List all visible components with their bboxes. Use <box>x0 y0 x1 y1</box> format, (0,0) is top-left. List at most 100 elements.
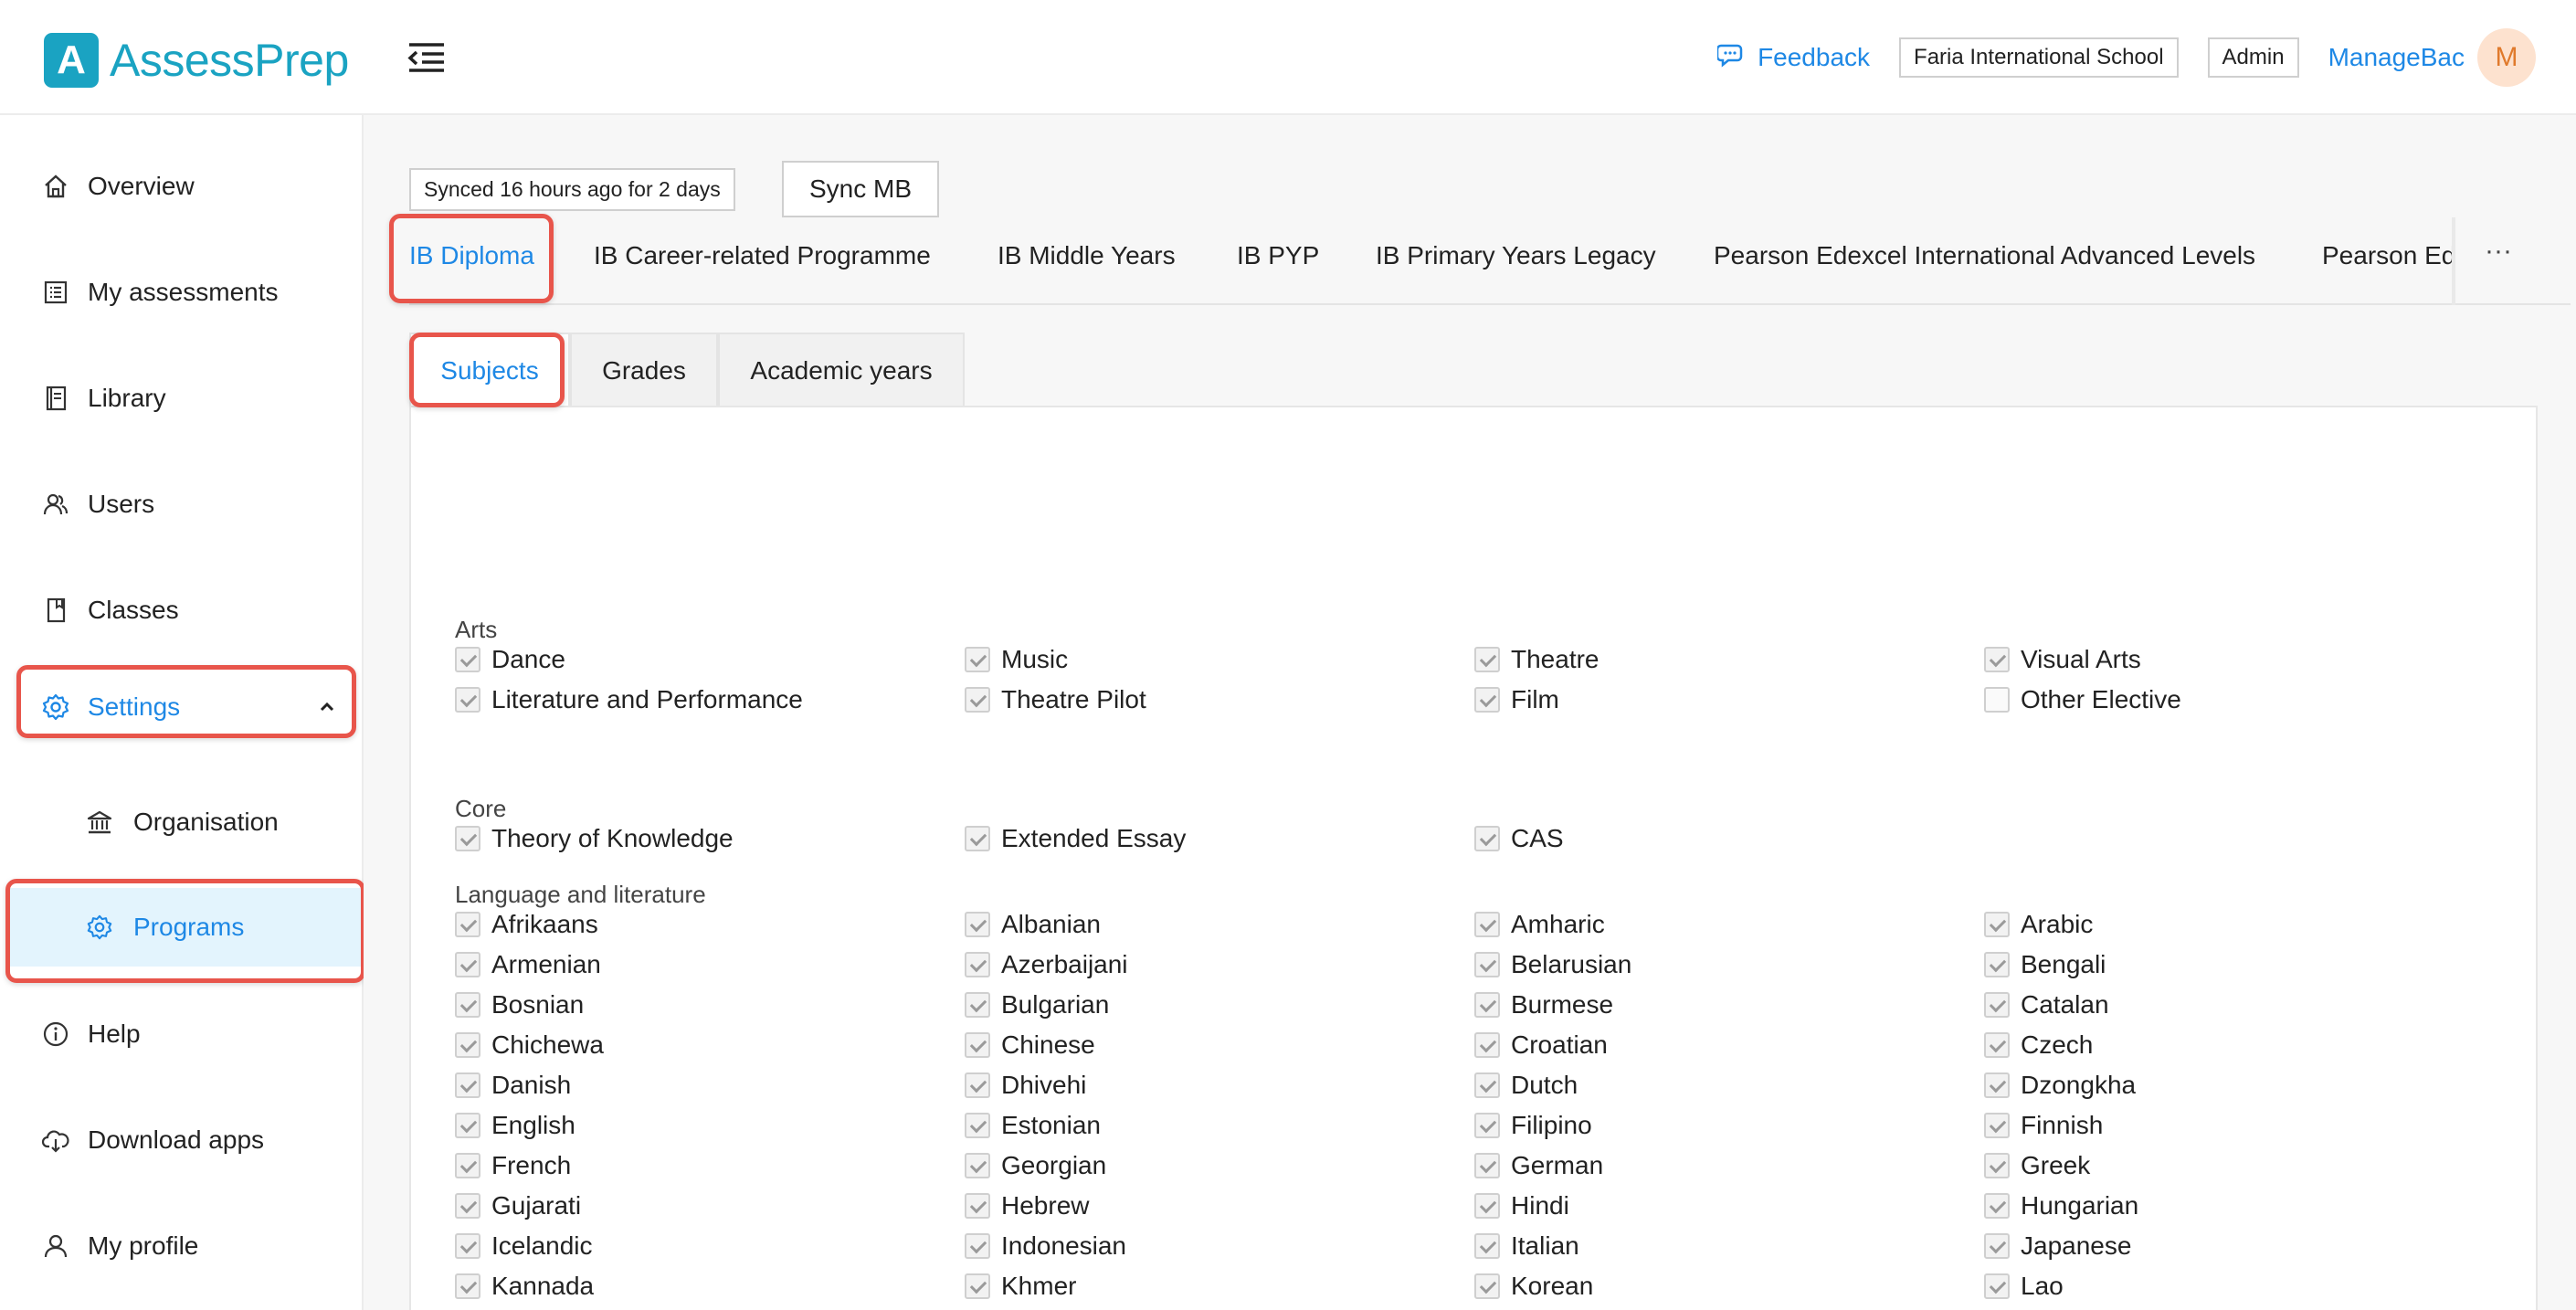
subject-option[interactable]: Amharic <box>1474 904 1984 945</box>
subject-checkbox[interactable] <box>965 992 990 1018</box>
tab-grades[interactable]: Grades <box>570 333 718 407</box>
subject-option[interactable]: Music <box>965 639 1474 680</box>
sidebar-item-settings[interactable]: Settings <box>0 674 364 740</box>
subject-checkbox[interactable] <box>965 826 990 851</box>
subject-checkbox[interactable] <box>455 952 480 977</box>
collapse-menu-icon[interactable] <box>407 42 446 73</box>
subject-option[interactable]: Azerbaijani <box>965 945 1474 985</box>
subject-option[interactable]: Filipino <box>1474 1105 1984 1146</box>
subject-checkbox[interactable] <box>455 1032 480 1058</box>
subject-checkbox[interactable] <box>455 912 480 937</box>
subject-checkbox[interactable] <box>1984 912 2010 937</box>
subject-checkbox[interactable] <box>1984 1193 2010 1219</box>
tab-ib-middle-years[interactable]: IB Middle Years <box>998 241 1176 270</box>
subject-option[interactable]: Dutch <box>1474 1065 1984 1105</box>
subject-checkbox[interactable] <box>1474 687 1500 713</box>
subject-option[interactable]: Afrikaans <box>455 904 965 945</box>
subject-option[interactable]: Visual Arts <box>1984 639 2494 680</box>
subject-checkbox[interactable] <box>965 1193 990 1219</box>
subject-option[interactable]: Film <box>1474 680 1984 720</box>
subject-checkbox[interactable] <box>1984 992 2010 1018</box>
subject-option[interactable]: Croatian <box>1474 1025 1984 1065</box>
subject-checkbox[interactable] <box>455 1072 480 1098</box>
subject-checkbox[interactable] <box>1474 1193 1500 1219</box>
subject-option[interactable]: Greek <box>1984 1146 2494 1186</box>
sidebar-item-my-profile[interactable]: My profile <box>0 1213 364 1279</box>
subject-option[interactable]: Dance <box>455 639 965 680</box>
subject-checkbox[interactable] <box>455 1113 480 1138</box>
subject-option[interactable]: Bengali <box>1984 945 2494 985</box>
chevron-up-icon[interactable] <box>314 694 340 720</box>
feedback-link[interactable]: Feedback <box>1716 42 1870 74</box>
subject-option[interactable]: Finnish <box>1984 1105 2494 1146</box>
tab-ib-pyp[interactable]: IB PYP <box>1237 241 1319 270</box>
subject-checkbox[interactable] <box>1474 1072 1500 1098</box>
avatar[interactable]: M <box>2477 28 2536 87</box>
subject-option[interactable]: Other Elective <box>1984 680 2494 720</box>
subject-option[interactable]: Czech <box>1984 1025 2494 1065</box>
subject-checkbox[interactable] <box>1984 1072 2010 1098</box>
sidebar-item-download-apps[interactable]: Download apps <box>0 1107 364 1173</box>
tab-ib-primary-years-legacy[interactable]: IB Primary Years Legacy <box>1376 241 1656 270</box>
subject-option[interactable]: Kannada <box>455 1266 965 1306</box>
subject-option[interactable]: Burmese <box>1474 985 1984 1025</box>
subject-checkbox[interactable] <box>965 912 990 937</box>
subject-checkbox[interactable] <box>1474 952 1500 977</box>
subject-checkbox[interactable] <box>965 647 990 672</box>
subject-option[interactable]: Extended Essay <box>965 819 1474 859</box>
subject-checkbox[interactable] <box>455 1193 480 1219</box>
subject-checkbox[interactable] <box>1474 912 1500 937</box>
subject-checkbox[interactable] <box>965 1113 990 1138</box>
subject-checkbox[interactable] <box>455 1233 480 1259</box>
subject-option[interactable]: Latvian <box>455 1306 965 1310</box>
subject-option[interactable]: Theatre Pilot <box>965 680 1474 720</box>
subject-option[interactable]: Literature and Performance <box>455 680 965 720</box>
subject-checkbox[interactable] <box>1474 1032 1500 1058</box>
subject-checkbox[interactable] <box>965 1072 990 1098</box>
subject-checkbox[interactable] <box>455 826 480 851</box>
subject-option[interactable]: Belarusian <box>1474 945 1984 985</box>
subject-checkbox[interactable] <box>455 992 480 1018</box>
subject-checkbox[interactable] <box>1984 1113 2010 1138</box>
subject-option[interactable]: Estonian <box>965 1105 1474 1146</box>
subject-option[interactable]: Indonesian <box>965 1226 1474 1266</box>
subject-checkbox[interactable] <box>1474 992 1500 1018</box>
sidebar-item-overview[interactable]: Overview <box>0 153 364 219</box>
subject-checkbox[interactable] <box>965 687 990 713</box>
subject-option[interactable]: Bulgarian <box>965 985 1474 1025</box>
sync-mb-button[interactable]: Sync MB <box>782 161 939 217</box>
subject-checkbox[interactable] <box>455 1273 480 1299</box>
subject-option[interactable]: Macedonian <box>1984 1306 2494 1310</box>
subject-option[interactable]: Georgian <box>965 1146 1474 1186</box>
subject-option[interactable]: Chichewa <box>455 1025 965 1065</box>
subject-option[interactable]: Lithuanian <box>1474 1306 1984 1310</box>
tab-ib-career-related[interactable]: IB Career-related Programme <box>594 241 931 270</box>
subject-checkbox[interactable] <box>965 1153 990 1178</box>
subject-option[interactable]: Armenian <box>455 945 965 985</box>
subject-checkbox[interactable] <box>1474 1153 1500 1178</box>
tab-academic-years[interactable]: Academic years <box>718 333 965 407</box>
subject-checkbox[interactable] <box>1474 647 1500 672</box>
subject-option[interactable]: Dzongkha <box>1984 1065 2494 1105</box>
sidebar-item-my-assessments[interactable]: My assessments <box>0 259 364 325</box>
subject-option[interactable]: CAS <box>1474 819 1984 859</box>
subject-option[interactable]: Theory of Knowledge <box>455 819 965 859</box>
subject-option[interactable]: Lao <box>1984 1266 2494 1306</box>
sidebar-item-help[interactable]: Help <box>0 1001 364 1067</box>
subject-checkbox[interactable] <box>1984 952 2010 977</box>
tab-pearson-ed[interactable]: Pearson Ed <box>2322 241 2452 270</box>
subject-option[interactable]: Khmer <box>965 1266 1474 1306</box>
subject-checkbox[interactable] <box>1984 687 2010 713</box>
tab-ib-diploma[interactable]: IB Diploma <box>409 241 534 270</box>
subject-checkbox[interactable] <box>965 952 990 977</box>
subject-checkbox[interactable] <box>1474 826 1500 851</box>
sidebar-item-organisation[interactable]: Organisation <box>0 789 364 855</box>
subject-option[interactable]: Catalan <box>1984 985 2494 1025</box>
app-logo[interactable]: A AssessPrep <box>44 33 349 88</box>
subject-option[interactable]: Literature and Performance <box>965 1306 1474 1310</box>
subject-option[interactable]: Theatre <box>1474 639 1984 680</box>
subject-option[interactable]: Albanian <box>965 904 1474 945</box>
subject-checkbox[interactable] <box>1474 1113 1500 1138</box>
sidebar-item-library[interactable]: Library <box>0 365 364 431</box>
subject-option[interactable]: Icelandic <box>455 1226 965 1266</box>
